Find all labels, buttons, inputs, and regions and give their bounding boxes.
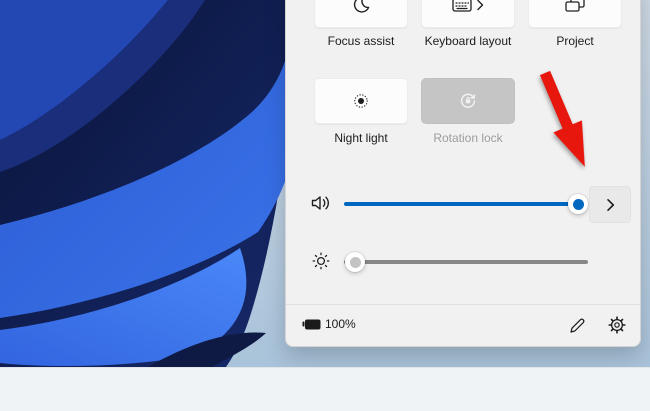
taskbar: 4:47 PM 7/6/2021 1 <box>0 367 650 411</box>
tile-label-focus-assist: Focus assist <box>306 34 416 48</box>
brightness-slider-thumb[interactable] <box>345 252 365 272</box>
gear-icon <box>608 316 626 334</box>
brightness-icon <box>311 251 331 271</box>
tile-focus-assist[interactable] <box>314 0 408 28</box>
speaker-icon[interactable] <box>310 193 332 213</box>
volume-slider-thumb[interactable] <box>568 194 588 214</box>
volume-expand-button[interactable] <box>589 186 631 223</box>
moon-icon <box>351 0 371 15</box>
edit-quick-settings-button[interactable] <box>563 311 591 339</box>
tile-project[interactable] <box>528 0 622 28</box>
tile-night-light[interactable] <box>314 78 408 124</box>
project-icon <box>565 0 585 14</box>
tile-label-project: Project <box>520 34 630 48</box>
panel-divider <box>286 304 640 305</box>
rotation-lock-icon <box>458 91 478 111</box>
volume-thumb-dot <box>573 199 584 210</box>
quick-settings-panel: Focus assist Keyboard layout Project Nig… <box>285 0 641 347</box>
keyboard-icon <box>452 0 472 13</box>
chevron-right-icon <box>606 198 615 212</box>
tile-rotation-lock <box>421 78 515 124</box>
night-light-icon <box>351 91 371 111</box>
settings-button[interactable] <box>603 311 631 339</box>
battery-icon <box>302 319 321 330</box>
desktop: Focus assist Keyboard layout Project Nig… <box>0 0 650 411</box>
tile-label-rotation-lock: Rotation lock <box>413 131 523 145</box>
pencil-icon <box>569 317 586 334</box>
tile-keyboard-layout[interactable] <box>421 0 515 28</box>
tile-label-night-light: Night light <box>306 131 416 145</box>
brightness-thumb-dot <box>350 257 361 268</box>
tile-label-keyboard-layout: Keyboard layout <box>413 34 523 48</box>
chevron-right-icon <box>476 0 484 11</box>
brightness-slider[interactable] <box>344 260 588 264</box>
volume-slider[interactable] <box>344 202 588 206</box>
battery-percent-label: 100% <box>325 317 356 331</box>
